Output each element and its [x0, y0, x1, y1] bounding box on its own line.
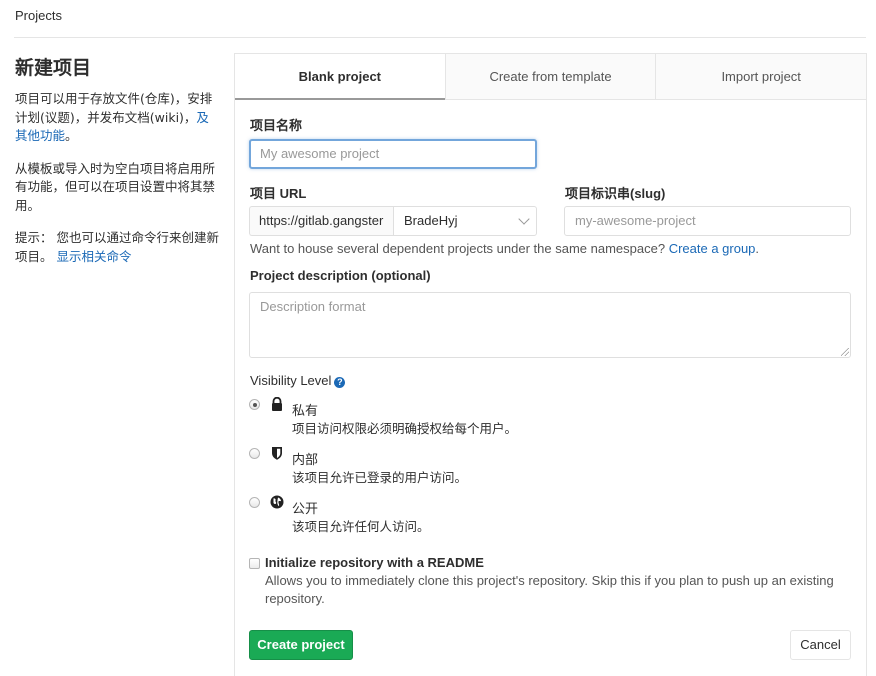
- intro-end: 。: [65, 128, 78, 143]
- project-slug-input[interactable]: my-awesome-project: [564, 206, 851, 236]
- show-commands-link[interactable]: 显示相关命令: [57, 249, 132, 264]
- create-group-link[interactable]: Create a group: [669, 241, 756, 256]
- readme-checkbox[interactable]: [249, 558, 260, 569]
- globe-icon: [270, 495, 284, 509]
- group-help-text: Want to house several dependent projects…: [250, 241, 666, 256]
- project-url-label: 项目 URL: [250, 186, 307, 201]
- group-help: Want to house several dependent projects…: [250, 241, 759, 256]
- namespace-value: BradeHyj: [404, 213, 458, 228]
- namespace-select[interactable]: BradeHyj: [393, 206, 537, 236]
- header-divider: [14, 37, 866, 38]
- page-title: 新建项目: [15, 57, 92, 79]
- project-tabs: Blank project Create from template Impor…: [235, 54, 866, 100]
- readme-label[interactable]: Initialize repository with a README: [265, 555, 484, 570]
- visibility-public-title: 公开: [292, 502, 319, 517]
- breadcrumb[interactable]: Projects: [15, 8, 62, 23]
- project-slug-label: 项目标识串(slug): [565, 186, 666, 201]
- tab-create-from-template[interactable]: Create from template: [444, 54, 656, 99]
- shield-icon: [272, 447, 282, 460]
- visibility-public-desc: 该项目允许任何人访问。: [292, 519, 430, 534]
- help-question-icon[interactable]: ?: [334, 377, 346, 388]
- description-placeholder: Description format: [260, 299, 366, 314]
- tab-import-project[interactable]: Import project: [655, 54, 866, 99]
- visibility-label: Visibility Level: [250, 373, 332, 388]
- tab-blank-project[interactable]: Blank project: [235, 54, 445, 100]
- description-textarea[interactable]: Description format: [249, 292, 851, 358]
- description-label: Project description (optional): [250, 268, 431, 283]
- intro-paragraph: 项目可以用于存放文件(仓库)，安排计划(议题)，并发布文档(wiki)，及其他功…: [15, 90, 220, 146]
- group-help-end: .: [755, 241, 760, 256]
- intro-text: 项目可以用于存放文件(仓库)，安排计划(议题)，并发布文档(wiki)，: [15, 91, 213, 125]
- visibility-private-title: 私有: [292, 404, 319, 419]
- visibility-private-desc: 项目访问权限必须明确授权给每个用户。: [292, 421, 518, 436]
- chevron-down-icon: [518, 213, 530, 225]
- create-project-button[interactable]: Create project: [249, 630, 353, 660]
- resize-handle-icon[interactable]: [841, 348, 849, 356]
- template-note: 从模板或导入时为空白项目将启用所有功能，但可以在项目设置中将其禁用。: [15, 160, 216, 213]
- cancel-button[interactable]: Cancel: [790, 630, 851, 660]
- visibility-internal-desc: 该项目允许已登录的用户访问。: [292, 470, 468, 485]
- visibility-radio-private[interactable]: [249, 399, 260, 410]
- visibility-heading: Visibility Level?: [250, 373, 346, 388]
- project-name-label: 项目名称: [250, 118, 303, 133]
- visibility-radio-public[interactable]: [249, 497, 260, 508]
- sidebar: 新建项目 项目可以用于存放文件(仓库)，安排计划(议题)，并发布文档(wiki)…: [15, 53, 220, 280]
- lock-icon: [272, 397, 282, 411]
- tip-paragraph: 提示： 您也可以通过命令行来创建新项目。 显示相关命令: [15, 229, 220, 266]
- project-url-prefix: https://gitlab.gangster: [249, 206, 393, 236]
- visibility-internal-title: 内部: [292, 453, 319, 468]
- project-name-input[interactable]: My awesome project: [249, 139, 537, 169]
- readme-description: Allows you to immediately clone this pro…: [265, 573, 834, 606]
- visibility-radio-internal[interactable]: [249, 448, 260, 459]
